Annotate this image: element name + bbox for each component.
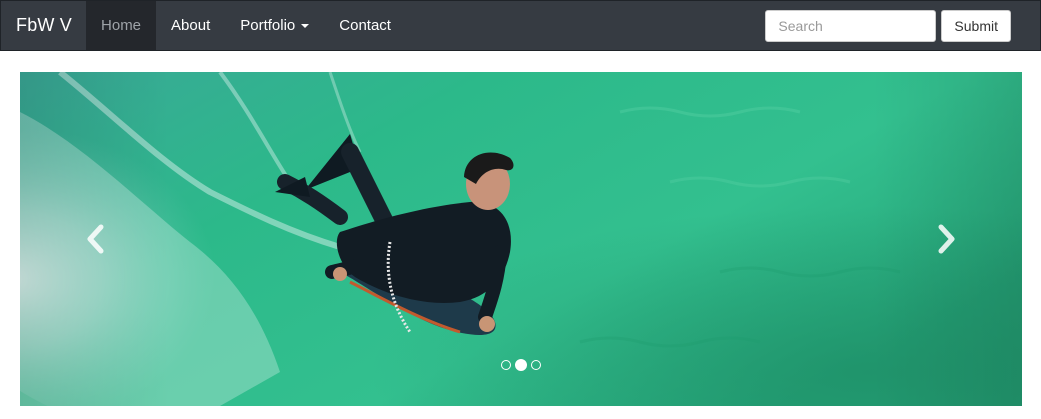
nav-item-portfolio-dropdown[interactable]: Portfolio (225, 1, 324, 50)
chevron-left-icon (87, 224, 104, 254)
submit-button[interactable]: Submit (941, 10, 1011, 42)
carousel-indicators (20, 359, 1022, 371)
carousel-prev-button[interactable] (20, 72, 170, 406)
nav-item-label: Portfolio (240, 17, 296, 34)
image-carousel (20, 72, 1022, 406)
chevron-right-icon (938, 224, 955, 254)
carousel-indicator-1[interactable] (501, 360, 511, 370)
search-form: Submit (765, 10, 1011, 42)
carousel-indicator-2-active[interactable] (515, 359, 527, 371)
nav-item-home[interactable]: Home (86, 1, 157, 50)
nav-menu: Home About Portfolio Contact (86, 1, 406, 50)
navbar-brand[interactable]: FbW V (1, 1, 86, 50)
nav-item-contact[interactable]: Contact (324, 1, 406, 50)
search-input[interactable] (765, 10, 937, 42)
nav-item-about[interactable]: About (156, 1, 225, 50)
caret-down-icon (301, 23, 310, 28)
carousel-indicator-3[interactable] (531, 360, 541, 370)
navbar: FbW V Home About Portfolio Contact Submi… (0, 0, 1041, 51)
nav-item-label: About (171, 17, 211, 34)
carousel-next-button[interactable] (872, 72, 1022, 406)
nav-item-label: Contact (339, 17, 391, 34)
nav-item-label: Home (101, 17, 142, 34)
